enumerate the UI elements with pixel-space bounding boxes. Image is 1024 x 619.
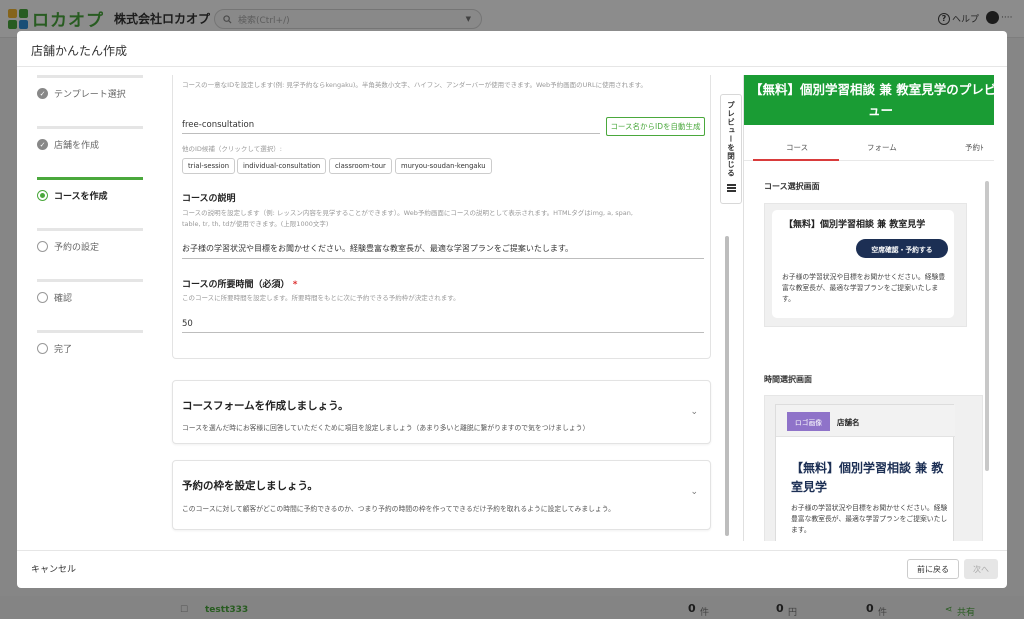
course-form-card: コースの一意なIDを設定します(例: 見学予約ならkengaku)。半角英数小文… xyxy=(172,75,711,359)
prev-button[interactable]: 前に戻る xyxy=(907,559,959,579)
chevron-down-icon[interactable]: ⌄ xyxy=(690,487,698,497)
panel-title: コースフォームを作成しましょう。 xyxy=(182,400,349,412)
description-help-1: コースの説明を設定します（例: レッスン内容を見学することができます）。Web予… xyxy=(182,209,633,217)
check-circle-icon: ✓ xyxy=(37,88,48,99)
step-create-shop[interactable]: ✓ 店舗を作成 xyxy=(37,126,162,177)
preview-header-line2: ュー xyxy=(868,103,894,118)
menu-icon xyxy=(726,183,736,192)
close-preview-label: プレビューを閉じる xyxy=(726,101,736,178)
description-title: コースの説明 xyxy=(182,194,236,204)
duration-help: このコースに所要時間を設定します。所要時間をもとに次に予約できる予約枠が決定され… xyxy=(182,294,460,302)
step-create-course[interactable]: コースを作成 xyxy=(37,177,162,228)
step-label: 予約の設定 xyxy=(54,243,100,253)
logo-placeholder: ロゴ画像 xyxy=(787,412,830,431)
course-form-panel[interactable]: コースフォームを作成しましょう。 コースを選んだ時にお客様に回答していただくため… xyxy=(172,380,711,444)
preview-time-card: ロゴ画像 店舗名 【無料】個別学習相談 兼 教室見学 お子様の学習状況や目標をお… xyxy=(775,404,955,541)
preview-course-title: 【無料】個別学習相談 兼 教室見学 xyxy=(784,220,926,230)
course-select-title: コース選択画面 xyxy=(764,182,820,191)
modal-title: 店舗かんたん作成 xyxy=(31,44,128,58)
easy-shop-create-modal: 店舗かんたん作成 ✓ テンプレート選択 ✓ 店舗を作成 コースを作成 予約の設定 確… xyxy=(17,31,1007,588)
check-circle-icon: ✓ xyxy=(37,139,48,150)
id-candidate-chip[interactable]: trial-session xyxy=(182,158,236,174)
form-scrollbar[interactable] xyxy=(725,236,729,536)
step-complete[interactable]: 完了 xyxy=(37,330,162,381)
preview-tabs: コース フォーム 予約ﾄ xyxy=(744,135,994,161)
panel-title: 予約の枠を設定しましょう。 xyxy=(182,480,318,492)
description-input[interactable]: お子様の学習状況や目標をお聞かせください。経験豊富な教室長が、最適な学習プランを… xyxy=(182,243,573,254)
cancel-button[interactable]: キャンセル xyxy=(31,562,76,575)
preview-scrollbar[interactable] xyxy=(985,181,989,471)
radio-empty-icon xyxy=(37,343,48,354)
reservation-slot-panel[interactable]: 予約の枠を設定しましょう。 このコースに対して顧客がどこの時間に予約できるのか、… xyxy=(172,460,711,530)
panel-desc: コースを選んだ時にお客様に回答していただくために項目を設定しましょう（あまり多い… xyxy=(182,424,590,432)
step-label: テンプレート選択 xyxy=(54,90,126,100)
step-label: 店舗を作成 xyxy=(54,141,100,151)
step-template[interactable]: ✓ テンプレート選択 xyxy=(37,75,162,126)
step-label: 確認 xyxy=(54,294,73,304)
preview-course-card: 【無料】個別学習相談 兼 教室見学 空席確認・予約する お子様の学習状況や目標を… xyxy=(772,210,954,318)
close-preview-button[interactable]: プレビューを閉じる xyxy=(720,94,742,204)
preview-big-title: 【無料】個別学習相談 兼 教室見学 xyxy=(791,461,944,494)
header-divider xyxy=(17,66,1007,67)
description-help-2: table, tr, th, tdが使用できます。(上限1000文字) xyxy=(182,220,329,228)
step-reservation-settings[interactable]: 予約の設定 xyxy=(37,228,162,279)
time-select-title: 時間選択画面 xyxy=(764,375,812,384)
preview-big-desc: お子様の学習状況や目標をお聞かせください。経験豊富な教室長が、最適な学習プランを… xyxy=(791,504,948,534)
tab-reservation[interactable]: 予約ﾄ xyxy=(965,142,984,153)
panel-desc: このコースに対して顧客がどこの時間に予約できるのか、つまり予約の時間の枠を作って… xyxy=(182,505,615,513)
duration-title: コースの所要時間（必須） * xyxy=(182,280,298,290)
step-confirm[interactable]: 確認 xyxy=(37,279,162,330)
duration-input[interactable]: 50 xyxy=(182,319,193,329)
auto-generate-id-button[interactable]: コース名からIDを自動生成 xyxy=(606,117,705,136)
preview-pane: 【無料】個別学習相談 兼 教室見学のプレビ ュー コース フォーム 予約ﾄ コー… xyxy=(743,75,994,541)
preview-course-desc: お子様の学習状況や目標をお聞かせください。経験豊富な教室長が、最適な学習プランを… xyxy=(782,273,946,303)
shop-name: 店舗名 xyxy=(837,418,860,427)
candidates-label: 他のID候補（クリックして選択）: xyxy=(182,145,282,153)
step-label: 完了 xyxy=(54,345,73,355)
chevron-down-icon[interactable]: ⌄ xyxy=(690,407,698,417)
id-candidate-chip[interactable]: classroom-tour xyxy=(329,158,392,174)
id-help-text: コースの一意なIDを設定します(例: 見学予約ならkengaku)。半角英数小文… xyxy=(182,81,647,89)
tab-form[interactable]: フォーム xyxy=(867,142,897,153)
radio-empty-icon xyxy=(37,292,48,303)
tab-course[interactable]: コース xyxy=(786,142,808,153)
radio-active-icon xyxy=(37,190,48,201)
id-candidate-chip[interactable]: individual-consultation xyxy=(237,158,327,174)
id-candidate-chip[interactable]: muryou-soudan-kengaku xyxy=(395,158,492,174)
course-id-input[interactable]: free-consultation xyxy=(182,120,254,130)
stepper: ✓ テンプレート選択 ✓ 店舗を作成 コースを作成 予約の設定 確認 完了 xyxy=(37,75,162,381)
preview-header: 【無料】個別学習相談 兼 教室見学のプレビ ュー xyxy=(744,75,994,125)
preview-header-line1: 【無料】個別学習相談 兼 教室見学のプレビ xyxy=(750,82,994,97)
step-label: コースを作成 xyxy=(54,192,108,202)
active-tab-indicator xyxy=(753,159,839,161)
radio-empty-icon xyxy=(37,241,48,252)
next-button[interactable]: 次へ xyxy=(964,559,998,579)
preview-reserve-button[interactable]: 空席確認・予約する xyxy=(856,239,948,258)
required-mark: * xyxy=(292,280,298,290)
